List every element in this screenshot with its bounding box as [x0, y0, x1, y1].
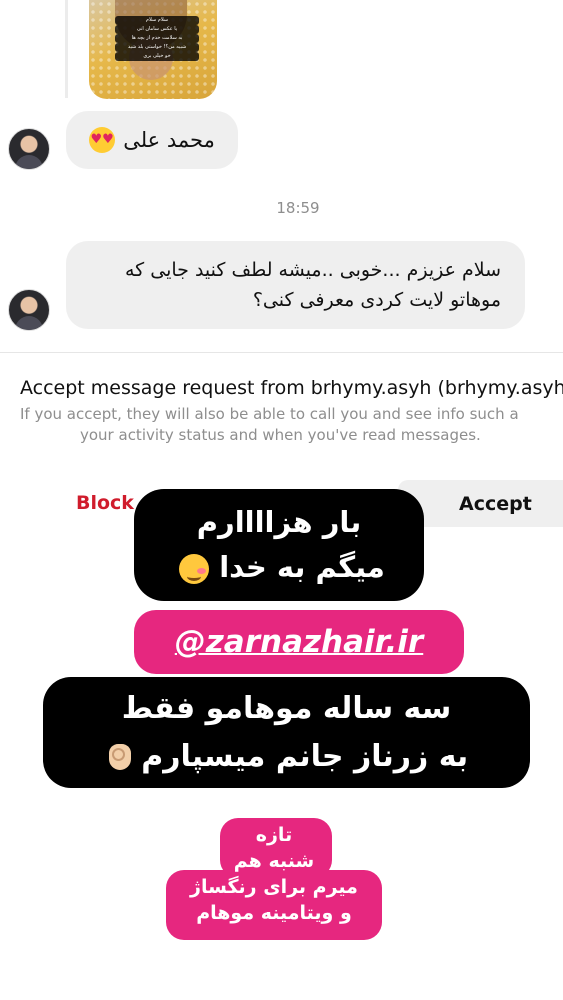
request-subtitle-line: your activity status and when you've rea…	[80, 426, 481, 444]
message-text-line: موهاتو لایت کردی معرفی کنی؟	[252, 289, 501, 311]
sticker-line: به زرناز جانم میسپارم	[141, 738, 469, 774]
ok-hand-emoji-icon	[108, 744, 131, 770]
sticker-line-with-emoji: به زرناز جانم میسپارم	[105, 733, 468, 781]
photo-caption-line: سلام سلام	[115, 16, 199, 25]
message-text: محمد علی	[123, 128, 215, 152]
message-text-line: سلام عزیزم ...خوبی ..میشه لطف کنید جایی …	[124, 259, 501, 281]
photo-caption-line: یا عکس سامان انی	[115, 25, 199, 34]
photo-caption-line: شبیه من؟! خواستی بلد شید	[115, 43, 199, 52]
sticker-line-with-emoji: میگم به خدا	[173, 545, 385, 590]
block-button[interactable]: Block	[76, 492, 134, 514]
text-sticker-2: سه ساله موهامو فقط به زرناز جانم میسپارم	[43, 677, 530, 788]
sender-avatar[interactable]	[8, 289, 50, 331]
message-timestamp: 18:59	[276, 199, 320, 217]
heart-eyes-emoji-icon: ♥♥	[89, 127, 116, 153]
request-title: Accept message request from brhymy.asyh …	[20, 377, 563, 399]
text-sticker-3: تازه شنبه هم میرم برای رنگساژ و ویتامینه…	[166, 822, 382, 926]
request-subtitle: If you accept, they will also be able to…	[20, 404, 563, 446]
text-sticker-1: بار هزاااارم میگم به خدا	[134, 489, 424, 601]
request-subtitle-line: If you accept, they will also be able to…	[20, 405, 519, 423]
sticker-line: سه ساله موهامو فقط	[121, 690, 452, 726]
mention-sticker[interactable]: @zarnazhair.ir	[134, 610, 464, 674]
sticker-line: و ویتامینه موهام	[196, 902, 352, 924]
divider	[0, 352, 563, 353]
photo-caption-line: به سلامت خدم از بچه ها	[115, 34, 199, 43]
sticker-line: تازه	[255, 824, 293, 846]
message-bubble[interactable]: محمد علی ♥♥	[66, 111, 238, 169]
sticker-line: بار هزاااارم	[196, 505, 362, 539]
photo-caption-line: خو خیلی بری	[115, 52, 199, 61]
sticker-line: شنبه هم	[233, 850, 315, 872]
sender-avatar[interactable]	[8, 128, 50, 170]
message-bubble[interactable]: سلام عزیزم ...خوبی ..میشه لطف کنید جایی …	[66, 241, 525, 329]
sticker-line: میگم به خدا	[219, 550, 385, 584]
sticker-line: میرم برای رنگساژ	[190, 876, 358, 898]
thread-line	[65, 0, 68, 98]
shared-photo[interactable]: سلام سلام یا عکس سامان انی به سلامت خدم …	[89, 0, 217, 99]
woozy-face-emoji-icon	[179, 554, 210, 584]
